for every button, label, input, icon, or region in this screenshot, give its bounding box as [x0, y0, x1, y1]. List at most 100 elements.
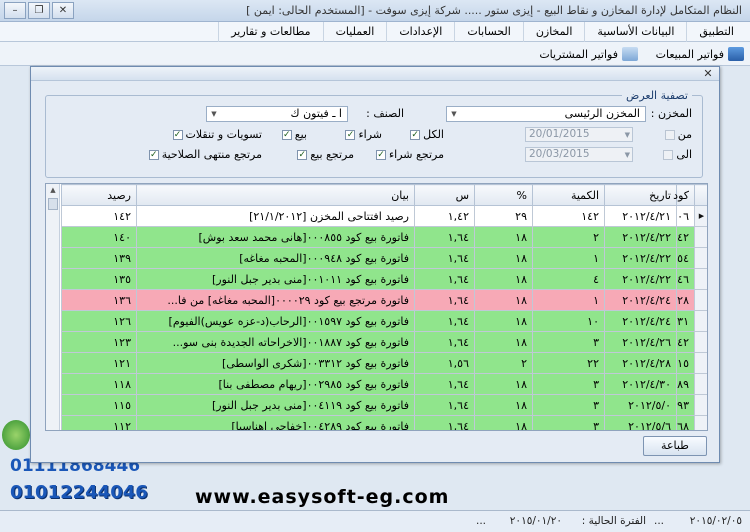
cell-price[interactable]: ١,٦٤	[414, 415, 475, 430]
row-selector[interactable]	[694, 268, 707, 290]
cell-qty[interactable]: ١	[532, 247, 605, 269]
cell-date[interactable]: ٢٠١٢/٤/٢٢	[604, 247, 677, 269]
dialog-close-icon[interactable]: ✕	[701, 67, 715, 80]
cell-price[interactable]: ١,٤٢	[414, 205, 475, 227]
purchase-invoices-button[interactable]: فواتير المشتريات	[539, 44, 638, 64]
cell-qty[interactable]: ٣	[532, 394, 605, 416]
menu-item[interactable]: التطبيق	[686, 22, 746, 42]
vertical-scrollbar[interactable]: ▲	[46, 184, 60, 430]
menu-item[interactable]: العمليات	[322, 22, 387, 42]
cell-code[interactable]: ١٠٨٨٠٦	[676, 205, 695, 227]
row-selector[interactable]	[694, 394, 707, 416]
column-header[interactable]: رصيد	[61, 184, 137, 206]
scroll-thumb[interactable]	[48, 198, 58, 210]
cell-desc[interactable]: فاتورة بيع كود ٠٠١٨٨٧[الاخراحاته الجديدة…	[136, 331, 415, 353]
cell-balance[interactable]: ١١٨	[61, 373, 137, 395]
cell-price[interactable]: ١,٦٤	[414, 268, 475, 290]
cell-code[interactable]: ٣٥١٨٦٨	[676, 415, 695, 430]
table-row[interactable]: ١١٢ فاتورة بيع كود ٠٠٤٢٨٩[خفاجى اهناسيا] ١…	[61, 415, 707, 430]
cell-balance[interactable]: ١٣٩	[61, 247, 137, 269]
cell-pct[interactable]: ١٨	[474, 373, 533, 395]
date-to-field[interactable]: 20/03/2015 ▼	[525, 147, 633, 162]
cell-desc[interactable]: فاتورة بيع كود ٠٠٢٩٨٥[ريهام مصطفى بنا]	[136, 373, 415, 395]
row-selector[interactable]	[694, 352, 707, 374]
cell-date[interactable]: ٢٠١٢/٤/٢٤	[604, 289, 677, 311]
check-purchase-return[interactable]: مرتجع شراء ✓	[376, 148, 444, 161]
cell-pct[interactable]: ١٨	[474, 226, 533, 248]
row-selector[interactable]	[694, 331, 707, 353]
cell-desc[interactable]: فاتورة بيع كود ٠٠٤١١٩[منى بدير جبل النور…	[136, 394, 415, 416]
check-all[interactable]: الكل ✓	[410, 128, 444, 141]
cell-code[interactable]: ٣٤٢٩٨٩	[676, 373, 695, 395]
row-selector[interactable]	[694, 310, 707, 332]
cell-code[interactable]: ٣٣٢٩٢٨	[676, 289, 695, 311]
table-row[interactable]: ١٣٩ فاتورة بيع كود ٠٠٠٩٤٨[المحبه مغاغه] ١,…	[61, 247, 707, 269]
menu-item[interactable]: الإعدادات	[386, 22, 454, 42]
cell-pct[interactable]: ١٨	[474, 394, 533, 416]
cell-price[interactable]: ١,٦٤	[414, 331, 475, 353]
cell-balance[interactable]: ١٤٠	[61, 226, 137, 248]
cell-desc[interactable]: فاتورة بيع كود ٠٠١٠١١[منى بدير جبل النور…	[136, 268, 415, 290]
cell-date[interactable]: ٢٠١٢/٤/٣٠	[604, 373, 677, 395]
menu-item[interactable]: المخازن	[522, 22, 585, 42]
cell-pct[interactable]: ٢٩	[474, 205, 533, 227]
cell-qty[interactable]: ٣	[532, 415, 605, 430]
cell-pct[interactable]: ١٨	[474, 247, 533, 269]
check-sale-return[interactable]: مرتجع بيع ✓	[297, 148, 354, 161]
cell-code[interactable]: ٣٣٠١٤٢	[676, 226, 695, 248]
column-header[interactable]: تاريخ	[604, 184, 677, 206]
menu-item[interactable]: الحسابات	[454, 22, 522, 42]
date-from-field[interactable]: 20/01/2015 ▼	[525, 127, 633, 142]
column-header[interactable]: س	[414, 184, 475, 206]
cell-price[interactable]: ١,٦٤	[414, 373, 475, 395]
cell-balance[interactable]: ١٢٣	[61, 331, 137, 353]
cell-date[interactable]: ٢٠١٢/٤/٢١	[604, 205, 677, 227]
row-selector[interactable]	[694, 289, 707, 311]
cell-price[interactable]: ١,٥٦	[414, 352, 475, 374]
cell-balance[interactable]: ١١٥	[61, 394, 137, 416]
cell-date[interactable]: ٢٠١٢/٥/٠	[604, 394, 677, 416]
current-row-pointer-icon[interactable]: ▶	[694, 205, 707, 227]
cell-pct[interactable]: ١٨	[474, 310, 533, 332]
cell-qty[interactable]: ٢٢	[532, 352, 605, 374]
table-row[interactable]: ١٢٦ فاتورة بيع كود ٠٠١٥٩٧[الرحاب(د-عزه عو…	[61, 310, 707, 332]
cell-qty[interactable]: ٢	[532, 226, 605, 248]
check-adjustments[interactable]: تسويات و تنقلات ✓	[172, 128, 262, 141]
cell-desc[interactable]: فاتورة بيع كود ٠٠٠٩٤٨[المحبه مغاغه]	[136, 247, 415, 269]
cell-desc[interactable]: رصيد افتتاحى المخزن [٢١/١/٢٠١٢]	[136, 205, 415, 227]
column-header[interactable]: %	[474, 184, 533, 206]
cell-balance[interactable]: ١٣٦	[61, 289, 137, 311]
restore-icon[interactable]: ❐	[28, 2, 50, 19]
cell-pct[interactable]: ١٨	[474, 331, 533, 353]
store-select[interactable]: المخزن الرئيسى ▼	[446, 106, 646, 122]
cell-balance[interactable]: ١٢١	[61, 352, 137, 374]
cell-date[interactable]: ٢٠١٢/٤/٢٢	[604, 226, 677, 248]
cell-qty[interactable]: ٣	[532, 331, 605, 353]
cell-price[interactable]: ١,٦٤	[414, 289, 475, 311]
table-row[interactable]: ١١٨ فاتورة بيع كود ٠٠٢٩٨٥[ريهام مصطفى بنا…	[61, 373, 707, 395]
cell-desc[interactable]: فاتورة بيع كود ٠٠١٥٩٧[الرحاب(د-عزه عويس)…	[136, 310, 415, 332]
table-row[interactable]: ١٣٦ فاتورة مرتجع بيع كود ٠٠٠٠٢٩[المحبه مغ…	[61, 289, 707, 311]
cell-qty[interactable]: ١٤٢	[532, 205, 605, 227]
cell-pct[interactable]: ١٨	[474, 415, 533, 430]
menu-item[interactable]: البيانات الأساسية	[584, 22, 686, 42]
table-row[interactable]: ١٤٠ فاتورة بيع كود ٠٠٠٨٥٥[هانى محمد سعد ب…	[61, 226, 707, 248]
check-expired-return[interactable]: مرتجع منتهى الصلاحية ✓	[148, 148, 262, 161]
date-to-check[interactable]: الى	[663, 148, 692, 161]
category-select[interactable]: ا ـ فيتون ك ▼	[206, 106, 348, 122]
table-row[interactable]: ١٢١ فاتورة بيع كود ٠٠٣٣١٢[شكرى الواسطى] ١,…	[61, 352, 707, 374]
cell-balance[interactable]: ١١٢	[61, 415, 137, 430]
menu-item[interactable]: مطالعات و تقارير	[218, 22, 322, 42]
check-sale[interactable]: بيع ✓	[281, 128, 307, 141]
table-row[interactable]: ١٣٥ فاتورة بيع كود ٠٠١٠١١[منى بدير جبل ال…	[61, 268, 707, 290]
cell-code[interactable]: ٣٣٤٠٣١	[676, 310, 695, 332]
row-selector[interactable]	[694, 247, 707, 269]
cell-pct[interactable]: ١٨	[474, 268, 533, 290]
column-header[interactable]: الكمية	[532, 184, 605, 206]
cell-pct[interactable]: ١٨	[474, 289, 533, 311]
cell-qty[interactable]: ٣	[532, 373, 605, 395]
cell-code[interactable]: ٣٣٩٠١٥	[676, 352, 695, 374]
cell-qty[interactable]: ١٠	[532, 310, 605, 332]
cell-pct[interactable]: ٢	[474, 352, 533, 374]
cell-qty[interactable]: ٤	[532, 268, 605, 290]
